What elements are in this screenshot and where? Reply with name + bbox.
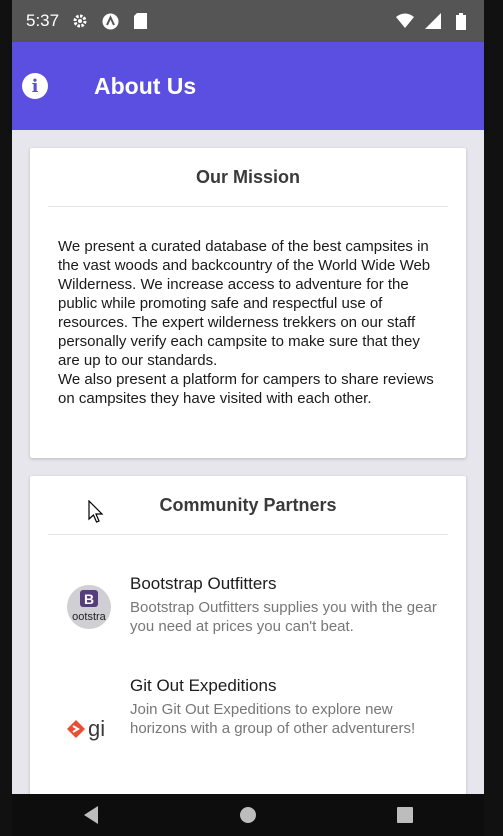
partner-description: Join Git Out Expeditions to explore new … (130, 701, 416, 737)
git-logo: gi (66, 706, 112, 752)
partner-description: Bootstrap Outfitters supplies you with t… (130, 599, 437, 635)
bootstrap-logo: B ootstra (66, 584, 112, 630)
app-bar: i About Us (12, 42, 484, 130)
sd-card-icon (131, 12, 149, 30)
mission-paragraph: We present a curated database of the bes… (58, 238, 431, 369)
mission-text: We present a curated database of the bes… (58, 237, 438, 408)
mission-title: Our Mission (48, 148, 448, 207)
bootstrap-logo-letter: B (84, 591, 94, 607)
partners-title: Community Partners (48, 476, 448, 535)
device-frame-left (0, 0, 12, 836)
a-circle-icon (101, 12, 119, 30)
bootstrap-logo-text: ootstra (72, 611, 107, 623)
git-logo-text: gi (88, 716, 105, 741)
recents-icon[interactable] (385, 797, 425, 833)
battery-icon (452, 12, 470, 30)
mission-card: Our Mission We present a curated databas… (30, 148, 466, 458)
back-icon[interactable] (71, 797, 111, 833)
system-nav-bar (12, 794, 484, 836)
status-time: 5:37 (26, 11, 60, 30)
mouse-cursor-icon (88, 499, 104, 524)
device-frame-right (484, 0, 503, 836)
scroll-content[interactable]: Our Mission We present a curated databas… (12, 130, 484, 794)
partner-name: Git Out Expeditions (130, 676, 277, 695)
gear-icon (71, 12, 89, 30)
partner-name: Bootstrap Outfitters (130, 574, 277, 593)
status-bar: 5:37 (12, 0, 484, 42)
page-title: About Us (94, 72, 197, 99)
signal-icon (424, 12, 442, 30)
home-icon[interactable] (228, 797, 268, 833)
mission-paragraph: We also present a platform for campers t… (58, 371, 434, 407)
wifi-icon (396, 12, 414, 30)
info-icon[interactable]: i (22, 73, 48, 99)
